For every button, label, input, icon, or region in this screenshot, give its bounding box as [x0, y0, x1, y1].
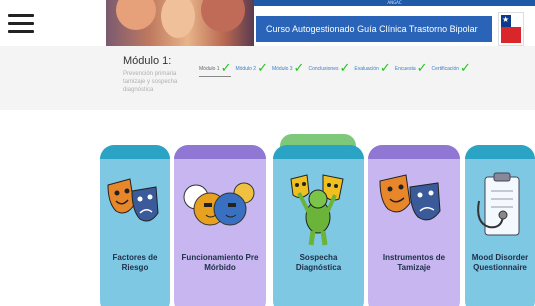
- clipboard-stethoscope-icon: [465, 171, 535, 241]
- card-mood-disorder-questionnaire[interactable]: Mood Disorder Questionnaire: [465, 145, 535, 306]
- card-sospecha-diagnostica[interactable]: Sospecha Diagnóstica: [273, 145, 364, 306]
- check-icon: ✓: [416, 61, 428, 76]
- nav-step-label: Conclusiones: [308, 66, 339, 72]
- card-label: Instrumentos de Tamizaje: [382, 253, 446, 272]
- check-icon: ✓: [293, 61, 305, 76]
- content-area: Factores de Riesgo Funcionamiento Pre Mó…: [0, 110, 535, 306]
- card-label: Sospecha Diagnóstica: [295, 253, 342, 272]
- theater-masks-icon: [368, 171, 460, 241]
- banner-image: [106, 0, 254, 46]
- module-title: Módulo 1:: [123, 55, 172, 67]
- government-logo: ★: [498, 12, 524, 46]
- check-icon: ✓: [220, 61, 232, 76]
- check-icon: ✓: [379, 61, 391, 76]
- course-title: Curso Autogestionado Guía Clínica Trasto…: [256, 16, 492, 42]
- nav-step-m-dulo-1[interactable]: Módulo 1✓: [199, 61, 232, 77]
- card-instrumentos-de-tamizaje[interactable]: Instrumentos de Tamizaje: [368, 145, 460, 306]
- nav-step-encuesta[interactable]: Encuesta✓: [395, 61, 428, 76]
- module-progress: Módulo 1: Prevención primaria tamizaje y…: [0, 46, 535, 110]
- menu-icon[interactable]: [8, 14, 34, 33]
- card-label: Funcionamiento Pre Mórbido: [181, 253, 259, 272]
- module-nav: Módulo 1✓ Módulo 2✓ Módulo 3✓ Conclusiones✓…: [199, 57, 475, 77]
- nav-step-label: Certificación: [431, 66, 460, 72]
- check-icon: ✓: [257, 61, 268, 76]
- check-icon: ✓: [339, 61, 351, 76]
- theater-masks-icon: [100, 171, 170, 241]
- nav-step-label: Módulo 2: [235, 66, 257, 72]
- nav-step-label: Encuesta: [394, 66, 416, 72]
- puzzle-heads-icon: [174, 171, 266, 241]
- nav-step-label: Módulo 3: [271, 66, 293, 72]
- check-icon: ✓: [460, 61, 471, 76]
- banner-small-text: ANGAC: [387, 0, 402, 5]
- top-bar: ANGAC Curso Autogestionado Guía Clínica …: [0, 0, 535, 46]
- nav-step-certificaci-n[interactable]: Certificación✓: [432, 61, 471, 76]
- card-label: Factores de Riesgo: [112, 253, 158, 272]
- card-label: Mood Disorder Questionnaire: [471, 253, 529, 272]
- nav-step-evaluaci-n[interactable]: Evaluación✓: [354, 61, 390, 76]
- module-subtitle: Prevención primaria tamizaje y sospecha …: [123, 71, 178, 93]
- nav-step-m-dulo-2[interactable]: Módulo 2✓: [235, 61, 267, 76]
- nav-step-label: Módulo 1: [199, 66, 220, 72]
- card-factores-de-riesgo[interactable]: Factores de Riesgo: [100, 145, 170, 306]
- card-funcionamiento-pre-morbido[interactable]: Funcionamiento Pre Mórbido: [174, 145, 266, 306]
- nav-step-m-dulo-3[interactable]: Módulo 3✓: [272, 61, 304, 76]
- nav-step-conclusiones[interactable]: Conclusiones✓: [308, 61, 350, 76]
- banner-strip: ANGAC: [254, 0, 535, 6]
- mask-character-icon: [273, 171, 364, 246]
- nav-step-label: Evaluación: [354, 66, 379, 72]
